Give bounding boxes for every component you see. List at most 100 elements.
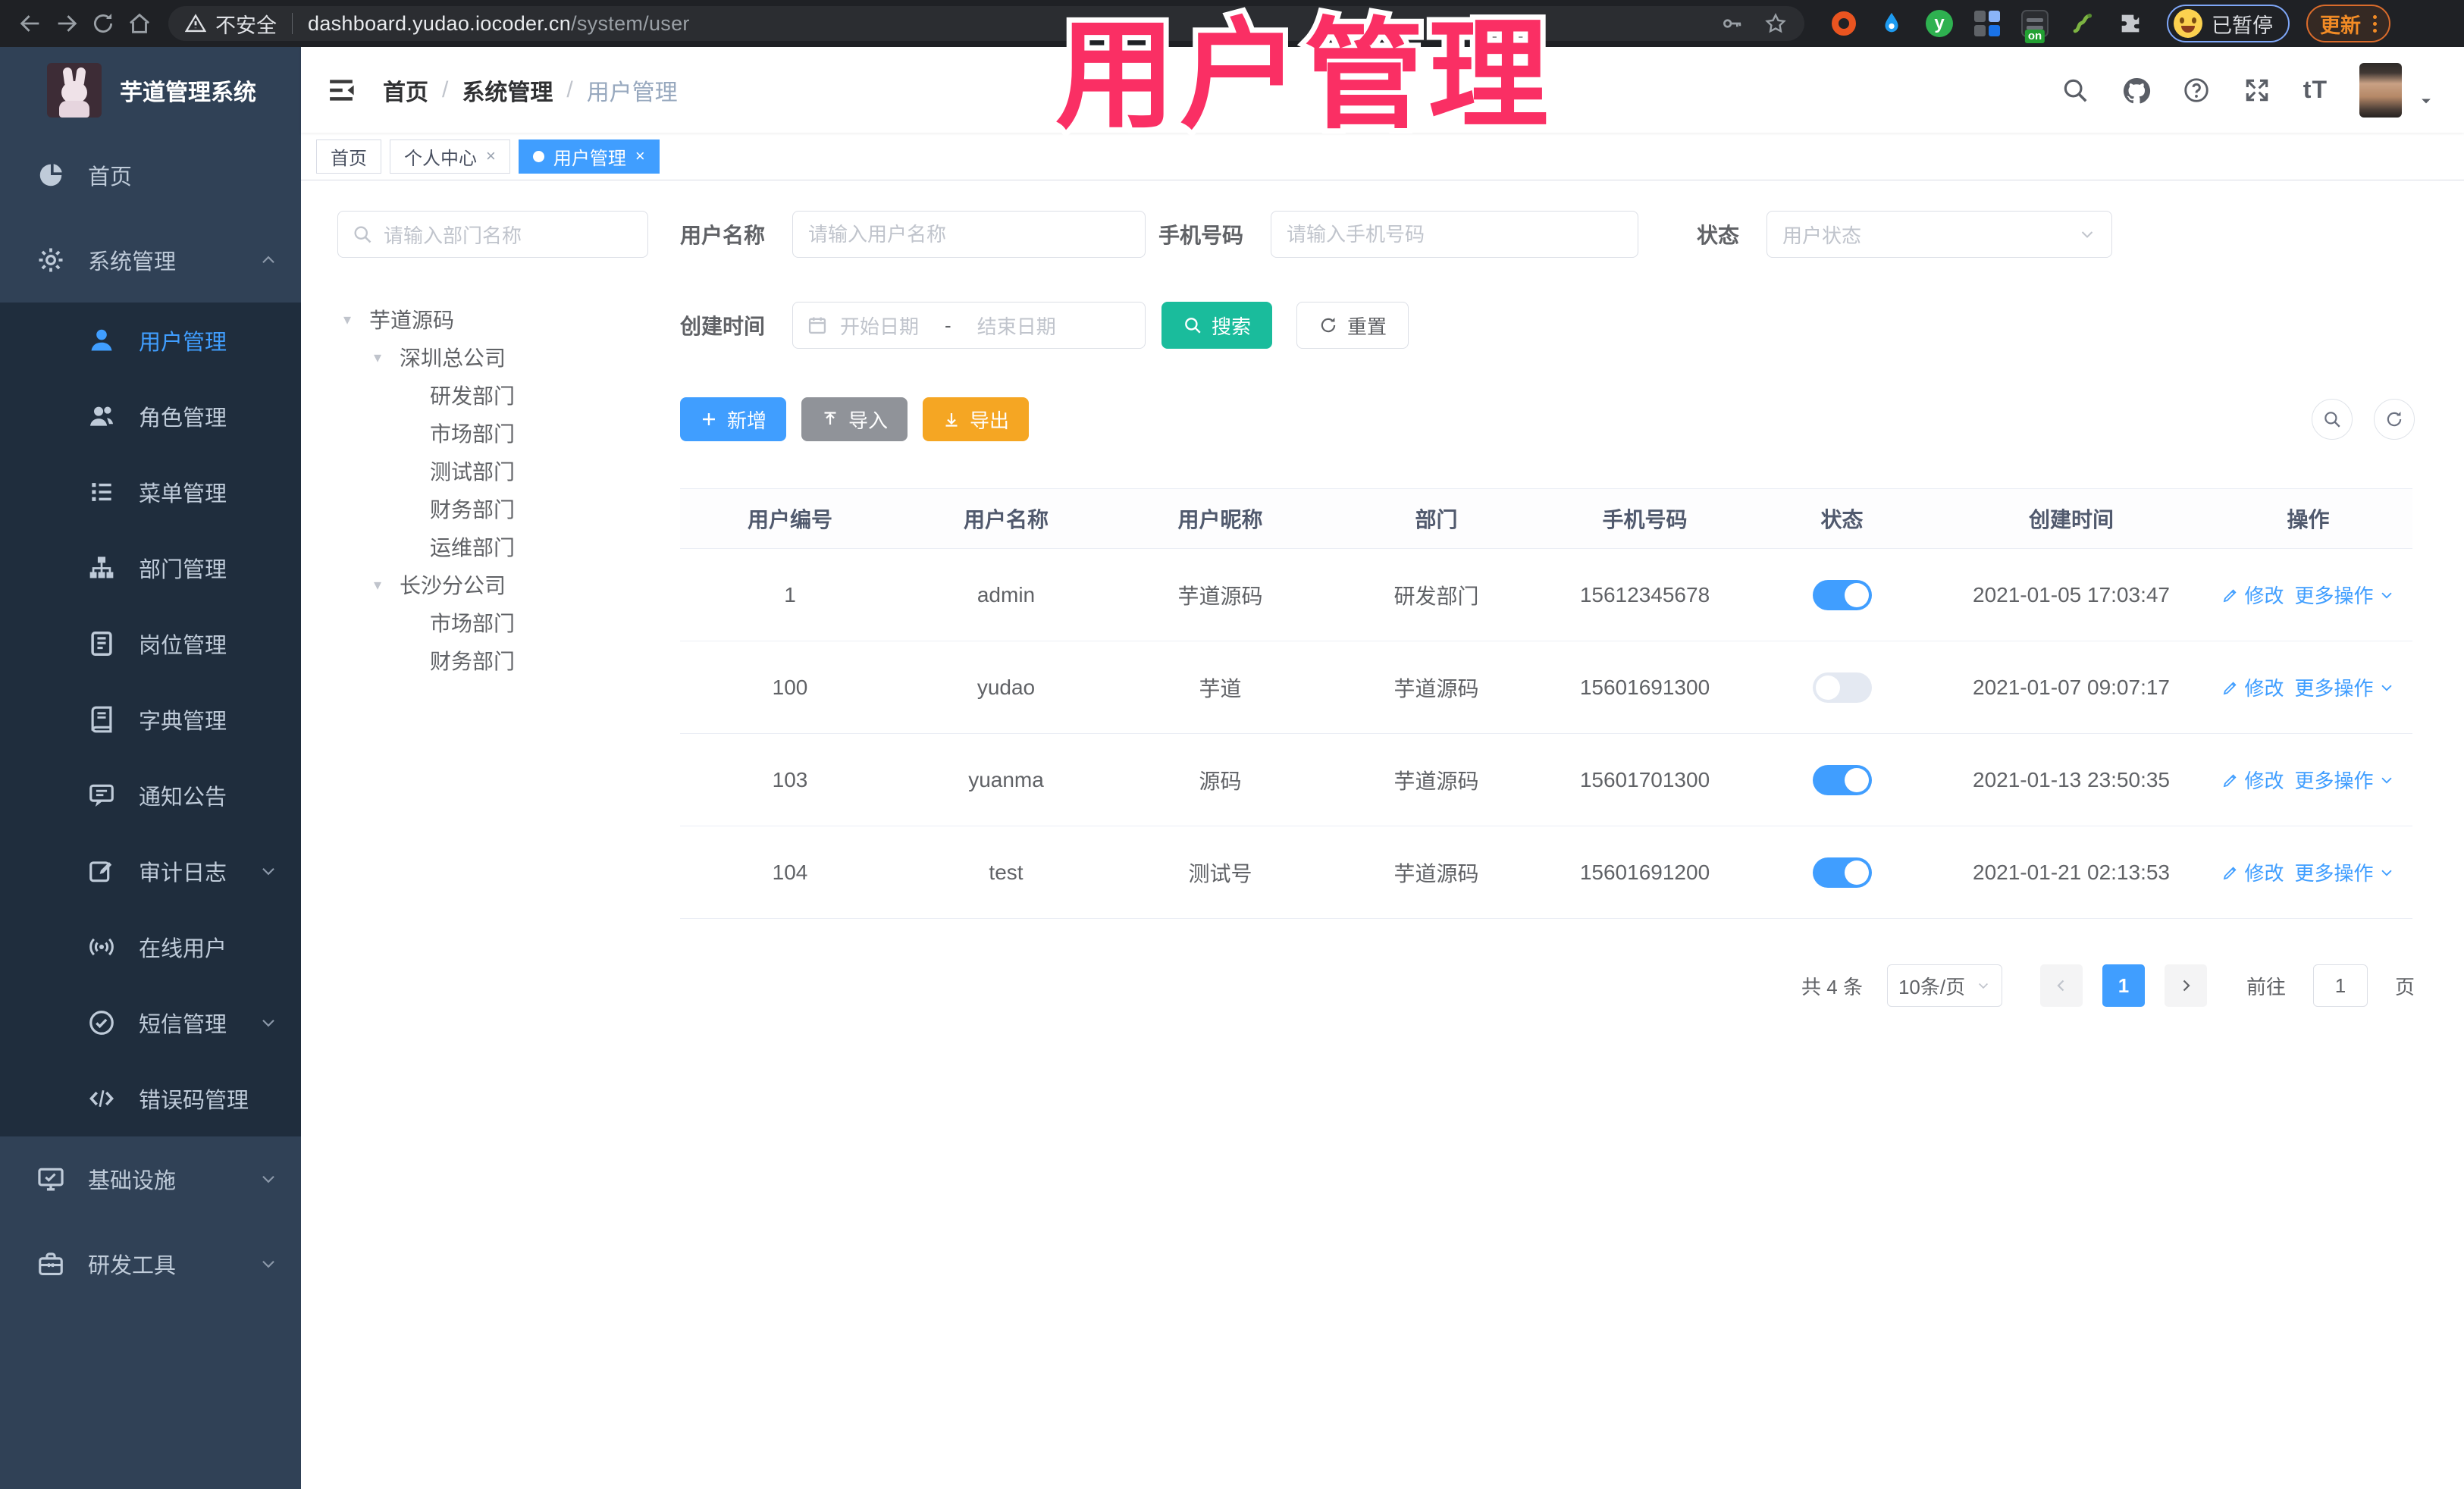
tree-node-8[interactable]: 市场部门 [337, 603, 648, 641]
sidebar-item-4[interactable]: 菜单管理 [0, 454, 301, 530]
sidebar-item-5[interactable]: 部门管理 [0, 530, 301, 606]
app-logo[interactable]: 芋道管理系统 [0, 47, 301, 133]
tree-node-2[interactable]: 研发部门 [337, 376, 648, 414]
tab-0[interactable]: 首页 [316, 139, 381, 174]
tree-node-0[interactable]: ▾ 芋道源码 [337, 300, 648, 338]
toggle-search-panel-button[interactable] [2312, 399, 2353, 440]
browser-profile-chip[interactable]: 已暂停 [2167, 5, 2290, 42]
extension-yudao-icon[interactable]: y [1926, 10, 1953, 37]
security-warning[interactable]: 不安全 [185, 9, 277, 39]
extension-tampermonkey-icon[interactable]: on [2021, 10, 2049, 43]
tree-node-4[interactable]: 测试部门 [337, 452, 648, 490]
tab-1[interactable]: 个人中心 × [390, 139, 510, 174]
browser-reload-button[interactable] [85, 5, 121, 42]
create-time-range-picker[interactable]: 开始日期 - 结束日期 [792, 302, 1146, 349]
tab-2[interactable]: 用户管理 × [518, 139, 660, 174]
tab-close-icon[interactable]: × [635, 148, 645, 165]
browser-menu-dots-icon[interactable] [2373, 14, 2377, 33]
edit-link[interactable]: 修改 [2221, 858, 2284, 886]
breadcrumb-system[interactable]: 系统管理 [462, 74, 553, 107]
more-actions-link[interactable]: 更多操作 [2295, 581, 2395, 609]
goto-page-input[interactable] [2312, 964, 2368, 1007]
tree-node-1[interactable]: ▾ 深圳总公司 [337, 338, 648, 376]
sidebar-item-2[interactable]: 用户管理 [0, 303, 301, 378]
github-icon[interactable] [2121, 76, 2150, 105]
browser-home-button[interactable] [121, 5, 158, 42]
created-time-cell: 2021-01-21 02:13:53 [1973, 860, 2170, 884]
url-text[interactable]: dashboard.yudao.iocoder.cn/system/user [308, 12, 690, 36]
column-header: 用户昵称 [1177, 508, 1263, 531]
status-select[interactable]: 用户状态 [1766, 211, 2113, 258]
fullscreen-icon[interactable] [2243, 76, 2271, 105]
extension-grid-icon[interactable] [1973, 10, 2001, 37]
caret-down-icon[interactable]: ▾ [343, 310, 369, 329]
password-key-icon[interactable] [1719, 11, 1744, 36]
tree-node-9[interactable]: 财务部门 [337, 641, 648, 679]
header-search-icon[interactable] [2061, 76, 2089, 105]
mobile-input[interactable] [1271, 211, 1639, 258]
edit-link[interactable]: 修改 [2221, 766, 2284, 794]
address-bar[interactable]: 不安全 dashboard.yudao.iocoder.cn/system/us… [168, 6, 1804, 41]
sidebar-item-6[interactable]: 岗位管理 [0, 606, 301, 682]
more-actions-link[interactable]: 更多操作 [2295, 766, 2395, 794]
edit-link[interactable]: 修改 [2221, 673, 2284, 701]
import-button[interactable]: 导入 [801, 397, 908, 441]
sidebar-item-label: 通知公告 [139, 785, 227, 810]
status-toggle[interactable] [1812, 672, 1872, 703]
status-toggle[interactable] [1812, 579, 1872, 610]
sidebar-item-13[interactable]: 基础设施 [0, 1136, 301, 1221]
breadcrumb-home[interactable]: 首页 [383, 74, 428, 107]
sidebar-item-14[interactable]: 研发工具 [0, 1221, 301, 1306]
font-size-icon[interactable]: tT [2303, 76, 2328, 104]
sidebar-item-label: 研发工具 [88, 1254, 177, 1278]
edit-link[interactable]: 修改 [2221, 581, 2284, 609]
refresh-table-button[interactable] [2374, 399, 2415, 440]
extension-snake-icon[interactable] [2069, 10, 2096, 37]
sidebar-item-1[interactable]: 系统管理 [0, 218, 301, 303]
tree-node-3[interactable]: 市场部门 [337, 414, 648, 452]
username-cell: admin [977, 582, 1036, 607]
prev-page-button[interactable] [2039, 964, 2083, 1007]
sidebar-item-8[interactable]: 通知公告 [0, 757, 301, 833]
help-icon[interactable] [2182, 76, 2211, 105]
username-cell: test [989, 860, 1024, 884]
status-toggle[interactable] [1812, 764, 1872, 795]
tab-close-icon[interactable]: × [486, 148, 496, 165]
more-actions-link[interactable]: 更多操作 [2295, 673, 2395, 701]
tree-node-6[interactable]: 运维部门 [337, 528, 648, 566]
page-size-select[interactable]: 10条/页 [1886, 964, 2002, 1007]
add-button[interactable]: 新增 [680, 397, 787, 441]
export-button[interactable]: 导出 [923, 397, 1030, 441]
more-actions-link[interactable]: 更多操作 [2295, 858, 2395, 886]
status-toggle[interactable] [1812, 857, 1872, 888]
hamburger-icon[interactable] [325, 74, 357, 106]
browser-forward-button[interactable] [49, 5, 85, 42]
caret-down-icon[interactable]: ▾ [374, 575, 400, 594]
caret-down-icon[interactable]: ▾ [374, 348, 400, 367]
tree-node-5[interactable]: 财务部门 [337, 490, 648, 528]
tree-node-7[interactable]: ▾ 长沙分公司 [337, 566, 648, 603]
sidebar-item-7[interactable]: 字典管理 [0, 682, 301, 757]
sidebar-item-3[interactable]: 角色管理 [0, 378, 301, 454]
bookmark-star-icon[interactable] [1763, 11, 1788, 36]
browser-update-chip[interactable]: 更新 [2306, 5, 2390, 42]
avatar-caret-icon[interactable] [2419, 93, 2434, 108]
sidebar-item-11[interactable]: 短信管理 [0, 985, 301, 1061]
sidebar-item-10[interactable]: 在线用户 [0, 909, 301, 985]
created-time-cell: 2021-01-05 17:03:47 [1973, 582, 2170, 607]
username-input[interactable] [792, 211, 1146, 258]
dept-search-input[interactable]: 请输入部门名称 [337, 211, 648, 258]
browser-back-button[interactable] [12, 5, 49, 42]
user-avatar[interactable] [2359, 62, 2402, 118]
next-page-button[interactable] [2164, 964, 2207, 1007]
created-time-cell: 2021-01-13 23:50:35 [1973, 767, 2170, 792]
reset-button[interactable]: 重置 [1296, 302, 1409, 349]
current-page-button[interactable]: 1 [2102, 964, 2145, 1007]
search-button[interactable]: 搜索 [1161, 302, 1273, 349]
extension-puzzle-icon[interactable] [2117, 10, 2144, 37]
sidebar-item-9[interactable]: 审计日志 [0, 833, 301, 909]
extension-ubuntu-icon[interactable] [1830, 10, 1857, 37]
sidebar-item-12[interactable]: 错误码管理 [0, 1061, 301, 1136]
extension-pin-icon[interactable] [1878, 10, 1905, 37]
sidebar-item-0[interactable]: 首页 [0, 133, 301, 218]
